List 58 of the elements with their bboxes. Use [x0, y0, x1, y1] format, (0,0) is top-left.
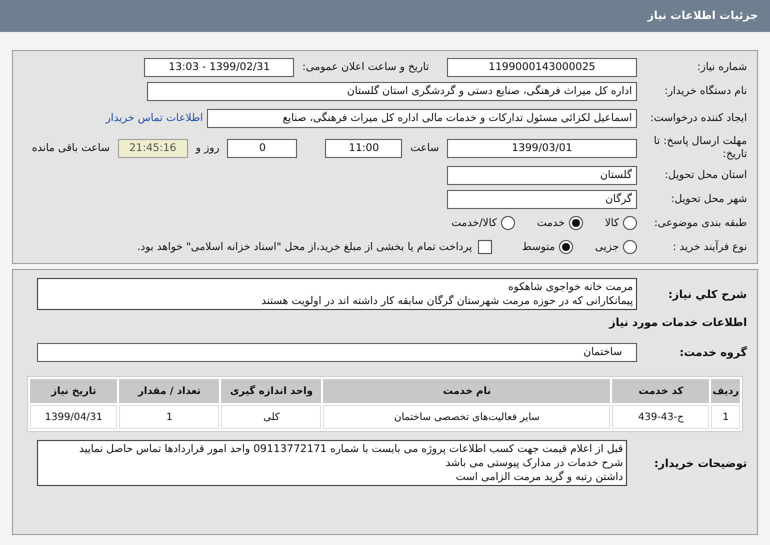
field-label: نوع فرآیند خرید : — [672, 241, 747, 253]
option-label: خدمت — [536, 217, 565, 229]
radio-button[interactable] — [559, 240, 574, 254]
field-label: شماره نیاز: — [696, 61, 747, 73]
field-label: ساعت — [410, 142, 439, 154]
option-label: جزیی — [595, 241, 619, 253]
column-header: تاریخ نیاز — [30, 379, 118, 403]
option-label: کالا — [604, 217, 619, 229]
field-label: استان محل تحویل: — [664, 169, 747, 181]
notes-text: داشتن رتبه و گرید مرمت الزامی است — [454, 470, 623, 484]
text-field[interactable]: 1399/02/31 - 13:03 — [144, 58, 294, 76]
field-label: تاریخ و ساعت اعلان عمومی: — [302, 61, 429, 73]
field-label: نام دستگاه خریدار: — [663, 85, 747, 97]
field-label: شرح کلي نیاز: — [667, 288, 747, 300]
radio-button[interactable] — [500, 216, 515, 230]
table-cell: 1 — [119, 405, 220, 429]
page-header: جزئیات اطلاعات نیاز — [0, 0, 770, 32]
radio-button[interactable] — [623, 216, 637, 230]
notes-text: قبل از اعلام قیمت جهت کسب اطلاعات پروژه می بایست با شماره 09113772171 واحد امور قراردادها تماس حاصل نمایید — [78, 442, 623, 456]
countdown-field[interactable]: 21:45:16 — [118, 138, 188, 158]
table-cell: سایر فعالیت‌های تخصصی ساختمان — [323, 405, 610, 429]
field-label: طبقه بندی موضوعی: — [653, 217, 747, 229]
column-header: واحد اندازه گیری — [221, 379, 322, 403]
table-cell: 1399/04/31 — [30, 405, 118, 429]
text-field[interactable]: اسماعیل لکزائی مسئول تدارکات و خدمات مالی اداره کل میراث فرهنگی، صنایع — [207, 108, 637, 128]
section-title: اطلاعات خدمات مورد نیاز — [609, 316, 747, 328]
text-field[interactable]: ساختمان — [37, 342, 637, 362]
field-label: روز و — [196, 142, 220, 154]
column-header: نام خدمت — [323, 379, 610, 403]
checkbox-label: پرداخت تمام یا بخشی از مبلغ خرید،از محل "اسناد خزانه اسلامی" خواهد بود. — [137, 241, 472, 253]
field-label: مهلت ارسال پاسخ: تا تاریخ: — [652, 135, 747, 161]
option-label: کالا/خدمت — [451, 217, 497, 229]
text-field[interactable]: اداره کل میراث فرهنگی، صنایع دستی و گردشگری استان گلستان — [147, 82, 637, 100]
text-field[interactable]: 11:00 — [325, 138, 402, 158]
field-label: ساعت باقی مانده — [32, 142, 110, 154]
notes-text: شرح خدمات در مدارک پیوستی می باشد — [444, 456, 623, 470]
text-field[interactable]: 0 — [227, 138, 298, 158]
field-label: گروه خدمت: — [678, 346, 747, 358]
text-field[interactable]: 1399/03/01 — [447, 138, 637, 158]
description-text: مرمت خانه خواجوی شاهکوه — [507, 280, 633, 294]
text-field[interactable]: گلستان — [447, 166, 637, 184]
radio-button[interactable] — [568, 216, 583, 230]
table-cell: ج-43-439 — [612, 405, 710, 429]
field-label: شهر محل تحویل: — [670, 193, 747, 205]
checkbox[interactable] — [478, 240, 492, 254]
description-text: پیمانکارانی که در حوزه مرمت شهرستان گرگان سابقه کار داشته اند در اولویت هستند — [260, 294, 633, 308]
field-label: توضیحات خریدار: — [653, 456, 747, 470]
field-label: ایجاد کننده درخواست: — [649, 112, 747, 124]
column-header: کد خدمت — [612, 379, 710, 403]
column-header: تعداد / مقدار — [119, 379, 220, 403]
table-cell: 1 — [711, 405, 740, 429]
text-field[interactable]: 1199000143000025 — [447, 58, 637, 76]
table-cell: کلی — [221, 405, 322, 429]
contact-link[interactable]: اطلاعات تماس خریدار — [106, 112, 203, 124]
option-label: متوسط — [522, 241, 556, 253]
column-header: ردیف — [711, 379, 740, 403]
text-field[interactable]: گرگان — [447, 190, 637, 208]
radio-button[interactable] — [623, 240, 637, 254]
